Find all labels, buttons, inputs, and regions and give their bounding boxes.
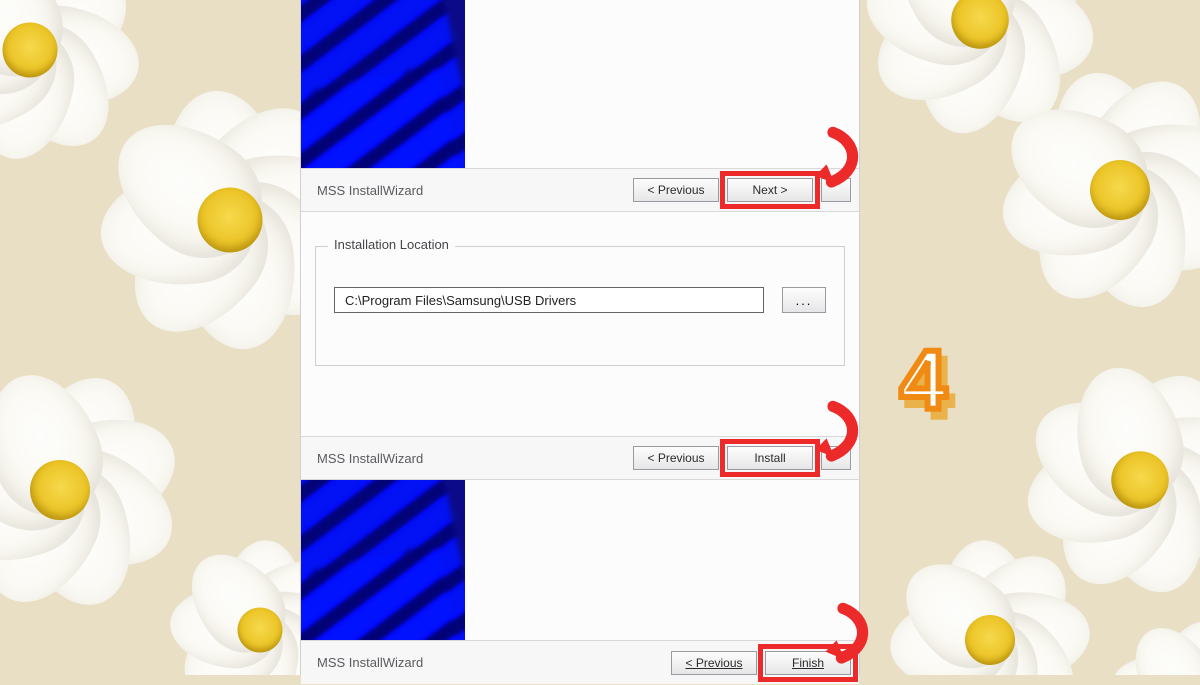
install-path-field[interactable] xyxy=(334,287,764,313)
wizard-footer-install: MSS InstallWizard < Previous Install xyxy=(301,436,859,480)
wizard-sidebar-image xyxy=(301,0,465,168)
installation-location-label: Installation Location xyxy=(328,237,455,252)
next-button[interactable]: Next > xyxy=(727,178,813,202)
wizard-footer-next: MSS InstallWizard < Previous Next > xyxy=(301,168,859,212)
partially-hidden-button[interactable] xyxy=(821,446,851,470)
wizard-title: MSS InstallWizard xyxy=(317,451,423,466)
installation-location-group: Installation Location ... xyxy=(315,246,845,366)
install-button[interactable]: Install xyxy=(727,446,813,470)
wizard-sidebar-image xyxy=(301,480,465,640)
step-number-badge: 4 xyxy=(900,332,947,429)
wizard-footer-finish: MSS InstallWizard < Previous Finish xyxy=(301,640,859,684)
finish-button[interactable]: Finish xyxy=(765,651,851,675)
previous-button[interactable]: < Previous xyxy=(633,446,719,470)
previous-button[interactable]: < Previous xyxy=(633,178,719,202)
browse-button[interactable]: ... xyxy=(782,287,826,313)
previous-button[interactable]: < Previous xyxy=(671,651,757,675)
wizard-title: MSS InstallWizard xyxy=(317,183,423,198)
wizard-title: MSS InstallWizard xyxy=(317,655,423,670)
installer-panels: MSS InstallWizard < Previous Next > Inst… xyxy=(300,0,860,675)
partially-hidden-button[interactable] xyxy=(821,178,851,202)
